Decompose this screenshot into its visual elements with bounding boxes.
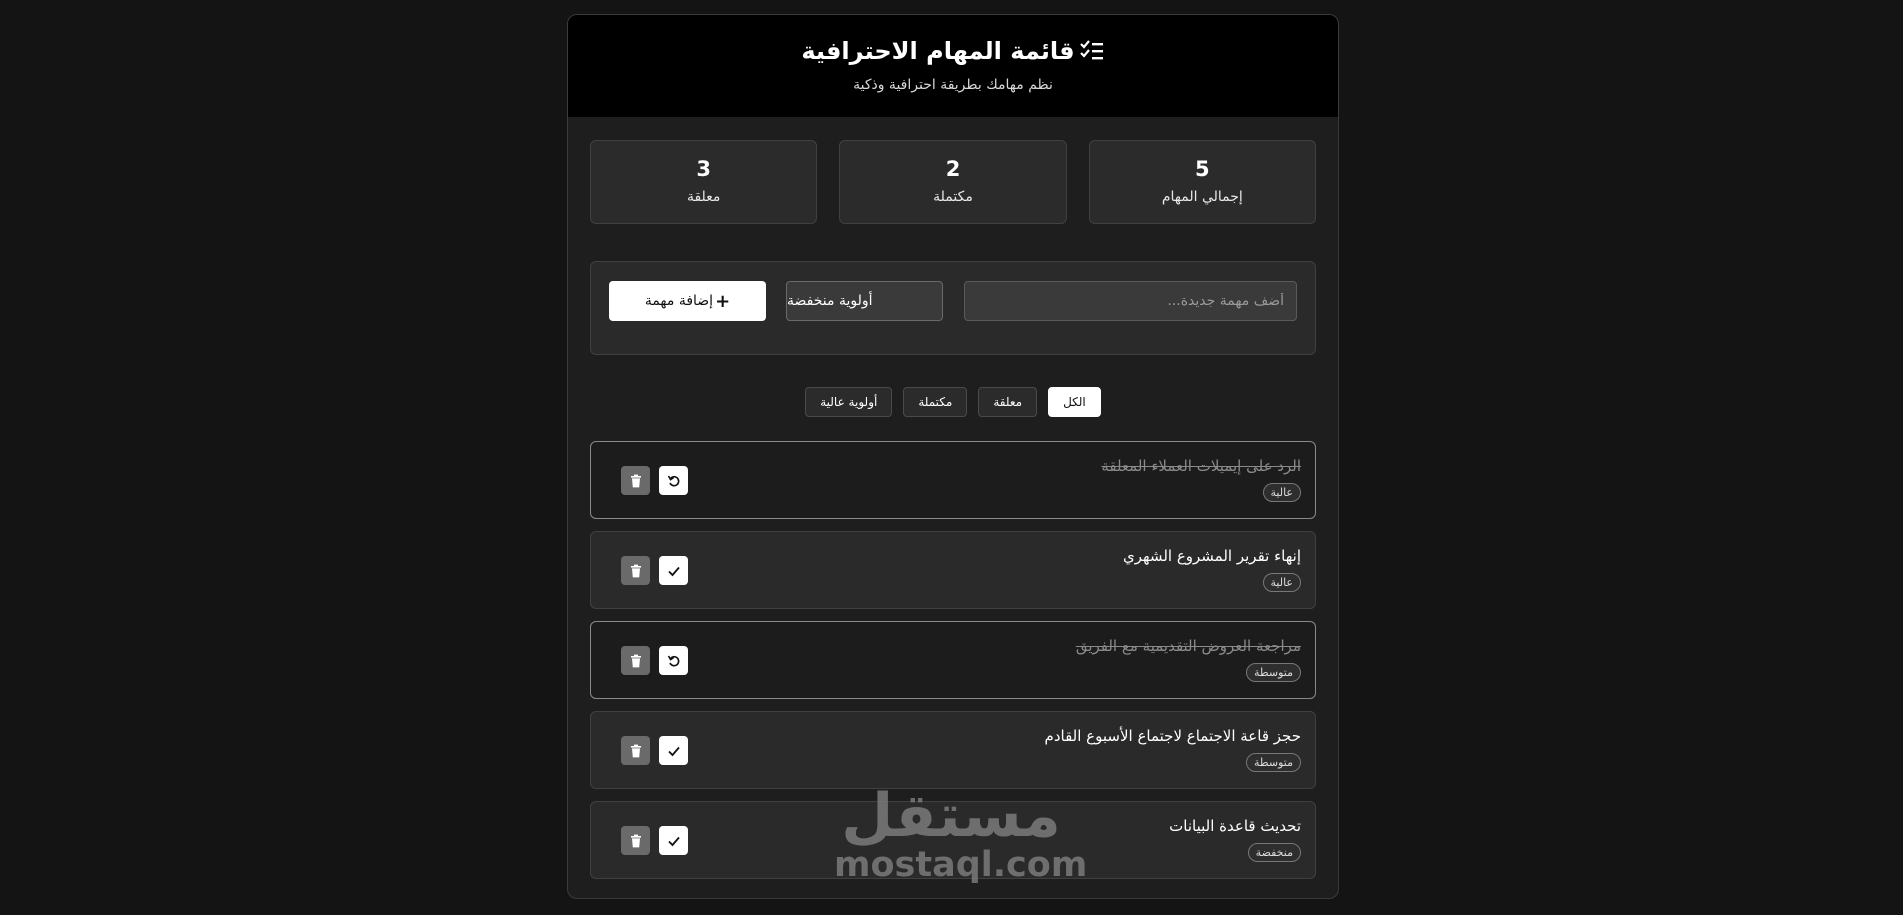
task-actions xyxy=(621,826,688,855)
task-text: الرد على إيميلات العملاء المعلقة xyxy=(1101,457,1301,475)
task-text: حجز قاعة الاجتماع لاجتماع الأسبوع القادم xyxy=(1044,727,1301,745)
undo-button[interactable] xyxy=(659,646,688,675)
page-title: قائمة المهام الاحترافية xyxy=(801,37,1075,65)
todo-app: قائمة المهام الاحترافية نظم مهامك بطريقة… xyxy=(567,14,1339,899)
delete-button[interactable] xyxy=(621,736,650,765)
add-task-panel: أولوية منخفضة + إضافة مهمة xyxy=(590,261,1316,355)
undo-icon xyxy=(667,475,679,486)
title-row: قائمة المهام الاحترافية xyxy=(568,37,1338,65)
stats-row: 5 إجمالي المهام 2 مكتملة 3 معلقة xyxy=(590,140,1316,224)
new-task-input[interactable] xyxy=(964,281,1297,321)
checklist-icon xyxy=(1079,38,1105,64)
task-list: الرد على إيميلات العملاء المعلقة عالية إ… xyxy=(590,441,1316,891)
task-item: حجز قاعة الاجتماع لاجتماع الأسبوع القادم… xyxy=(590,711,1316,789)
filter-pending[interactable]: معلقة xyxy=(978,387,1038,417)
task-actions xyxy=(621,736,688,765)
filter-completed[interactable]: مكتملة xyxy=(903,387,968,417)
task-text: مراجعة العروض التقديمية مع الفريق xyxy=(1075,637,1301,655)
task-actions xyxy=(621,466,688,495)
stat-label: إجمالي المهام xyxy=(1161,189,1243,205)
stat-value: 2 xyxy=(945,157,961,181)
task-item: الرد على إيميلات العملاء المعلقة عالية xyxy=(590,441,1316,519)
check-icon xyxy=(667,746,680,756)
trash-icon xyxy=(630,474,641,487)
add-task-button[interactable]: + إضافة مهمة xyxy=(609,281,766,321)
stat-completed: 2 مكتملة xyxy=(839,140,1067,224)
plus-icon: + xyxy=(715,290,731,312)
stat-label: مكتملة xyxy=(933,189,973,205)
priority-badge: عالية xyxy=(1262,483,1301,502)
filter-high-priority[interactable]: أولوية عالية xyxy=(805,387,893,417)
page-subtitle: نظم مهامك بطريقة احترافية وذكية xyxy=(853,77,1053,93)
priority-select[interactable]: أولوية منخفضة xyxy=(786,281,943,321)
stat-value: 3 xyxy=(696,157,711,181)
add-task-label: إضافة مهمة xyxy=(644,293,714,309)
check-icon xyxy=(667,836,680,846)
delete-button[interactable] xyxy=(621,646,650,675)
stat-total: 5 إجمالي المهام xyxy=(1088,140,1316,224)
task-text: إنهاء تقرير المشروع الشهري xyxy=(1123,547,1301,565)
task-text: تحديث قاعدة البيانات xyxy=(1169,817,1301,835)
priority-badge: منخفضة xyxy=(1247,843,1301,862)
delete-button[interactable] xyxy=(621,466,650,495)
task-actions xyxy=(621,556,688,585)
stat-value: 5 xyxy=(1195,157,1210,181)
priority-badge: متوسطة xyxy=(1245,663,1301,682)
stat-pending: 3 معلقة xyxy=(590,140,818,224)
priority-selected-value: أولوية منخفضة xyxy=(787,293,873,309)
stat-label: معلقة xyxy=(686,189,721,205)
task-item: تحديث قاعدة البيانات منخفضة xyxy=(590,801,1316,879)
delete-button[interactable] xyxy=(621,556,650,585)
filter-all[interactable]: الكل xyxy=(1048,387,1101,417)
trash-icon xyxy=(630,654,641,667)
trash-icon xyxy=(630,564,641,577)
priority-badge: عالية xyxy=(1262,573,1301,592)
complete-button[interactable] xyxy=(659,826,688,855)
undo-button[interactable] xyxy=(659,466,688,495)
task-item: إنهاء تقرير المشروع الشهري عالية xyxy=(590,531,1316,609)
check-icon xyxy=(667,566,680,576)
priority-badge: متوسطة xyxy=(1245,753,1301,772)
undo-icon xyxy=(667,655,679,666)
trash-icon xyxy=(630,834,641,847)
task-actions xyxy=(621,646,688,675)
delete-button[interactable] xyxy=(621,826,650,855)
task-item: مراجعة العروض التقديمية مع الفريق متوسطة xyxy=(590,621,1316,699)
complete-button[interactable] xyxy=(659,556,688,585)
app-header: قائمة المهام الاحترافية نظم مهامك بطريقة… xyxy=(568,15,1338,117)
trash-icon xyxy=(630,744,641,757)
filter-bar: الكل معلقة مكتملة أولوية عالية xyxy=(568,387,1338,417)
complete-button[interactable] xyxy=(659,736,688,765)
